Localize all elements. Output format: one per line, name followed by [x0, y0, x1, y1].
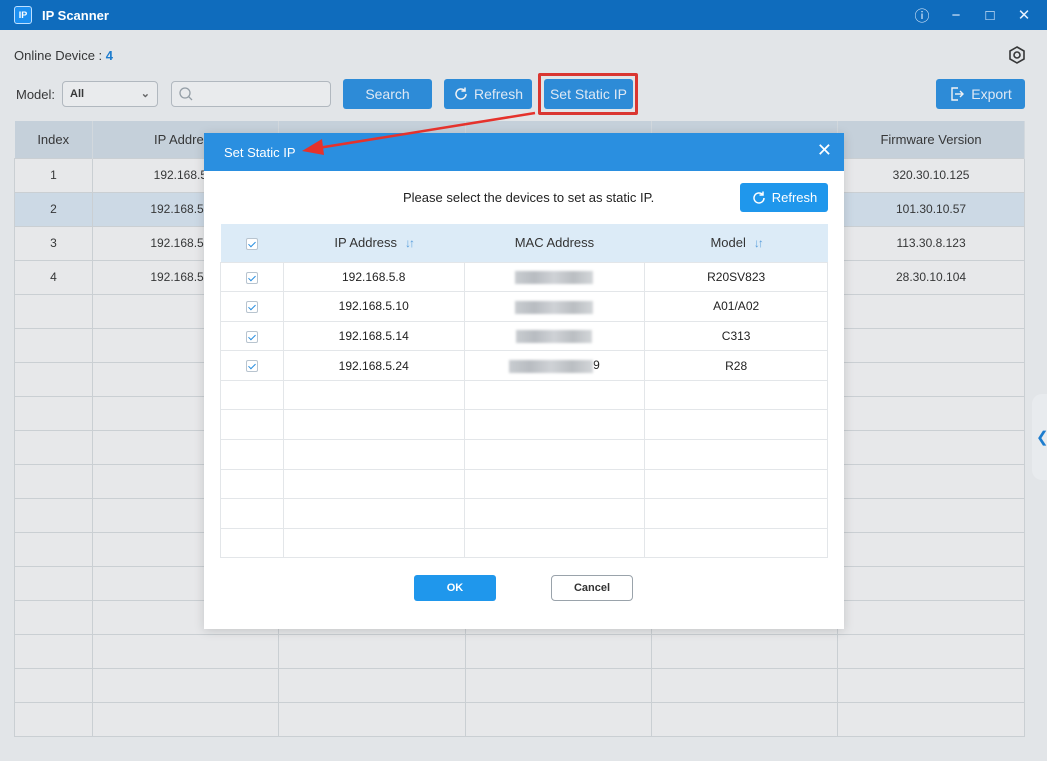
- app-title: IP Scanner: [42, 7, 109, 23]
- checkbox-checked-icon: [245, 271, 258, 284]
- cell-ip: 192.168.5.8: [282, 261, 465, 293]
- dialog-header: Set Static IP ✕: [204, 133, 844, 171]
- table-row: [220, 468, 828, 500]
- cell-mac-redacted: [463, 261, 646, 293]
- refresh-icon: [753, 191, 765, 204]
- header-ip-address[interactable]: IP Address ↓↑: [283, 224, 465, 262]
- set-static-ip-dialog: Set Static IP ✕ Please select the device…: [204, 133, 844, 629]
- cell-model: C313: [644, 320, 828, 352]
- cell-ip: 192.168.5.10: [282, 291, 465, 322]
- table-row: [220, 527, 828, 559]
- close-icon[interactable]: ✕: [817, 140, 832, 161]
- row-checkbox[interactable]: [220, 261, 284, 293]
- header-model-label: Model: [710, 235, 746, 251]
- sort-icon[interactable]: ↓↑: [405, 236, 415, 250]
- cell-model: A01/A02: [644, 291, 828, 322]
- checkbox-checked-icon: [245, 301, 258, 314]
- table-row[interactable]: 192.168.5.10 A01/A02: [220, 291, 828, 322]
- sort-icon[interactable]: ↓↑: [754, 236, 764, 250]
- mac-suffix: 9: [593, 358, 600, 373]
- select-all-checkbox[interactable]: [220, 224, 284, 262]
- minimize-button[interactable]: −: [939, 0, 973, 30]
- table-row: [220, 379, 828, 411]
- header-mac-address[interactable]: MAC Address: [464, 224, 645, 262]
- row-checkbox[interactable]: [220, 320, 284, 352]
- table-row[interactable]: 192.168.5.14 C313: [220, 320, 828, 352]
- maximize-button[interactable]: □: [973, 0, 1007, 30]
- header-ip-label: IP Address: [334, 235, 398, 251]
- row-checkbox[interactable]: [220, 350, 284, 381]
- cell-mac-redacted: [463, 291, 646, 322]
- device-select-header: IP Address ↓↑ MAC Address Model ↓↑: [220, 224, 828, 262]
- table-row[interactable]: 192.168.5.24 9 R28: [220, 350, 828, 381]
- table-row: [220, 439, 828, 470]
- cell-model: R28: [644, 350, 828, 381]
- table-row: [220, 498, 828, 529]
- close-button[interactable]: ✕: [1007, 0, 1041, 30]
- checkbox-checked-icon: [245, 330, 258, 343]
- info-icon[interactable]: ⓘ: [905, 0, 939, 30]
- table-row: [220, 409, 828, 441]
- cell-mac-redacted: 9: [463, 350, 646, 381]
- cell-mac-redacted: [463, 320, 646, 352]
- device-select-table: IP Address ↓↑ MAC Address Model ↓↑ 192.168…: [220, 224, 828, 559]
- table-row[interactable]: 192.168.5.8 R20SV823: [220, 261, 828, 293]
- header-model[interactable]: Model ↓↑: [644, 224, 828, 262]
- dialog-refresh-label: Refresh: [771, 190, 818, 205]
- title-bar: IP IP Scanner ⓘ − □ ✕: [0, 0, 1047, 30]
- row-checkbox[interactable]: [220, 291, 284, 322]
- cell-ip: 192.168.5.24: [282, 350, 465, 381]
- cell-model: R20SV823: [644, 261, 828, 293]
- checkbox-checked-icon: [245, 237, 258, 250]
- dialog-title: Set Static IP: [224, 144, 296, 160]
- cell-ip: 192.168.5.14: [282, 320, 465, 352]
- dialog-refresh-button[interactable]: Refresh: [740, 183, 828, 212]
- app-logo-icon: IP: [14, 6, 32, 24]
- window-controls: ⓘ − □ ✕: [905, 0, 1041, 30]
- dialog-prompt: Please select the devices to set as stat…: [403, 190, 655, 205]
- ok-button[interactable]: OK: [414, 575, 496, 601]
- checkbox-checked-icon: [245, 360, 258, 373]
- cancel-button[interactable]: Cancel: [551, 575, 633, 601]
